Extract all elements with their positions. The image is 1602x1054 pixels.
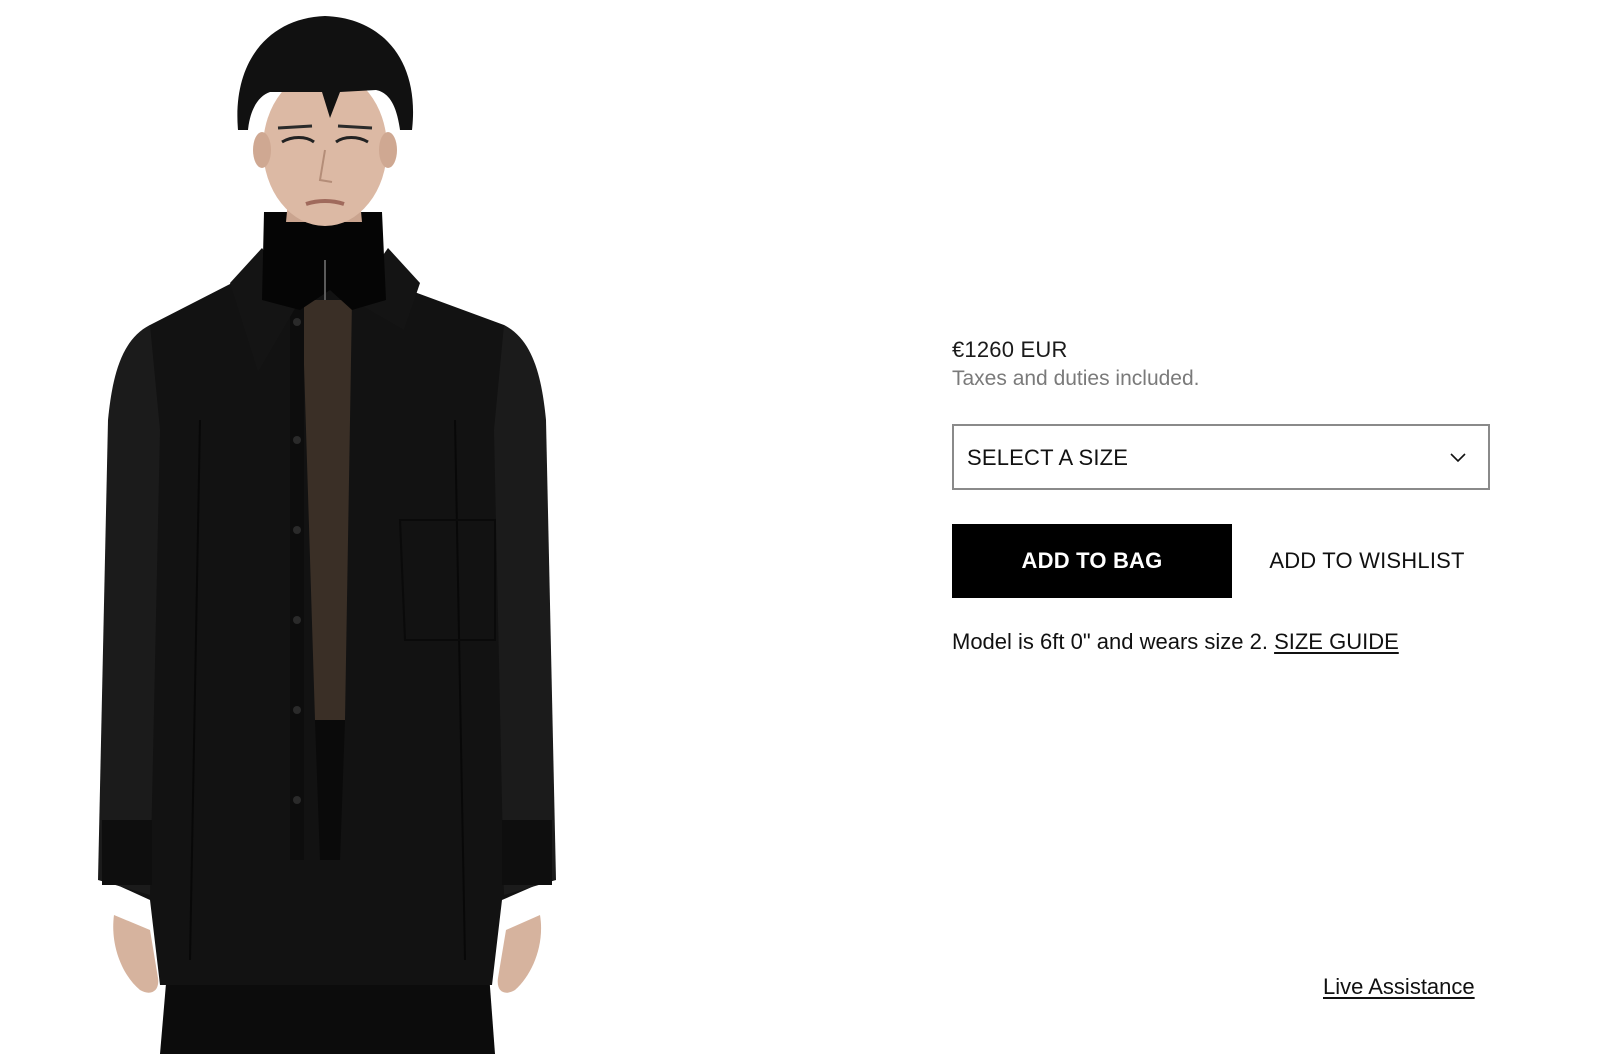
add-to-bag-button[interactable]: ADD TO BAG	[952, 524, 1232, 598]
size-guide-link[interactable]: SIZE GUIDE	[1274, 629, 1399, 654]
product-image[interactable]	[0, 0, 700, 1054]
chevron-down-icon	[1450, 453, 1466, 463]
size-select-dropdown[interactable]: SELECT A SIZE	[952, 424, 1490, 490]
model-size-note: Model is 6ft 0" and wears size 2. SIZE G…	[952, 629, 1399, 655]
add-to-wishlist-button[interactable]: ADD TO WISHLIST	[1252, 524, 1482, 598]
model-note-text: Model is 6ft 0" and wears size 2.	[952, 629, 1275, 654]
tax-note: Taxes and duties included.	[952, 367, 1200, 390]
size-select-label: SELECT A SIZE	[967, 445, 1129, 470]
product-price: €1260 EUR	[952, 337, 1068, 362]
live-assistance-link[interactable]: Live Assistance	[1323, 974, 1475, 1000]
product-photo-illustration	[0, 0, 700, 1054]
